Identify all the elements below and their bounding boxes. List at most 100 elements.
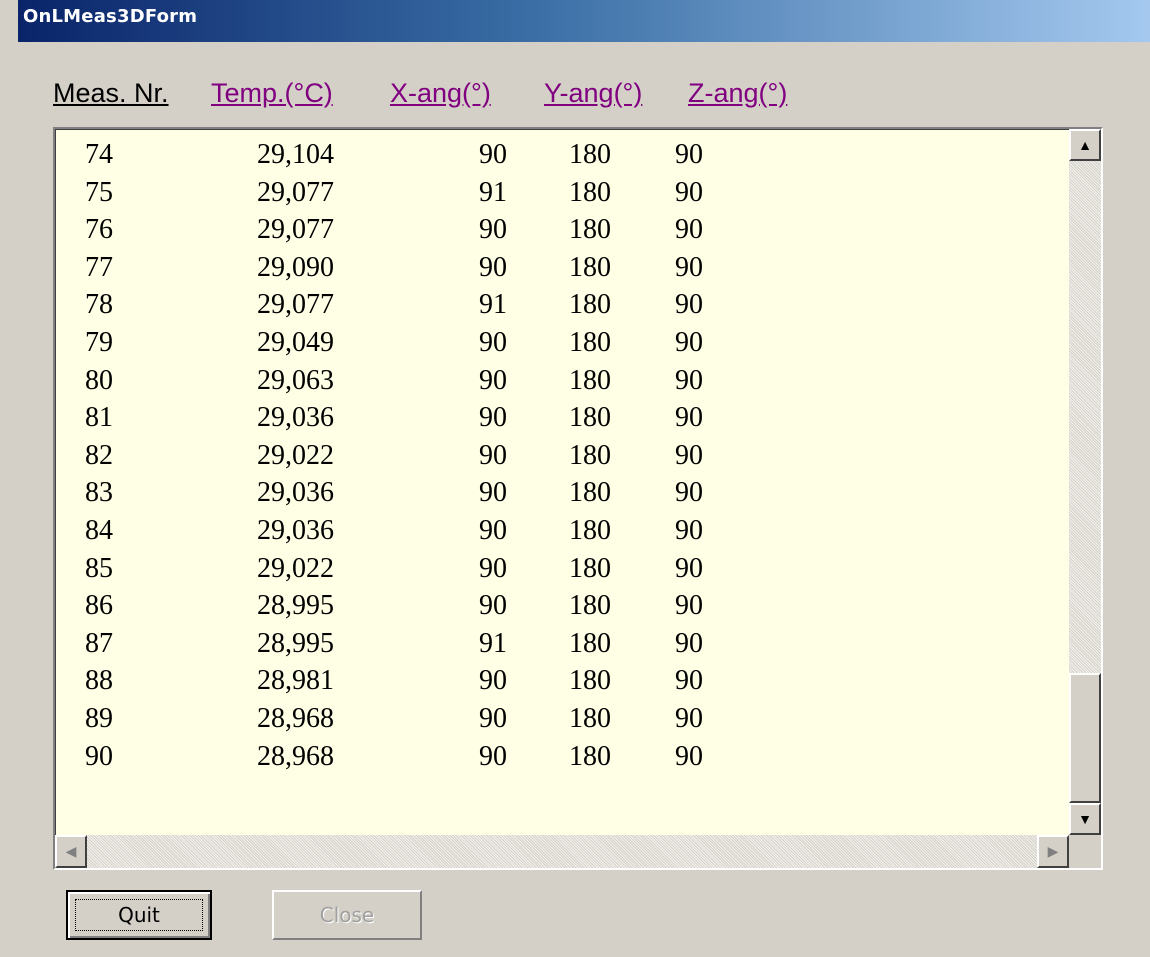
list-item[interactable]: 83 29,036 90 180 90 [55, 475, 1065, 513]
list-item[interactable]: 75 29,077 91 180 90 [55, 175, 1065, 213]
arrow-left-icon[interactable]: ◀ [55, 835, 87, 868]
cell-y-ang: 180 [569, 402, 611, 434]
cell-x-ang: 90 [479, 402, 507, 434]
cell-z-ang: 90 [675, 326, 703, 358]
cell-x-ang: 90 [479, 139, 507, 170]
cell-y-ang: 180 [569, 740, 611, 772]
cell-y-ang: 180 [569, 214, 611, 246]
cell-temp: 29,077 [257, 214, 334, 246]
arrow-right-icon[interactable]: ▶ [1037, 835, 1069, 868]
cell-meas-nr: 80 [85, 364, 113, 396]
cell-z-ang: 90 [675, 364, 703, 396]
cell-meas-nr: 77 [85, 251, 113, 283]
cell-meas-nr: 84 [85, 514, 113, 546]
cell-z-ang: 90 [675, 590, 703, 622]
header-z-ang-link[interactable]: Z-ang(°) [688, 78, 787, 109]
cell-z-ang: 90 [675, 665, 703, 697]
cell-z-ang: 90 [675, 477, 703, 509]
cell-temp: 29,036 [257, 514, 334, 546]
cell-z-ang: 90 [675, 251, 703, 283]
cell-temp: 29,022 [257, 552, 334, 584]
cell-z-ang: 90 [675, 214, 703, 246]
arrow-up-icon[interactable]: ▲ [1069, 129, 1101, 161]
list-item[interactable]: 84 29,036 90 180 90 [55, 513, 1065, 551]
cell-temp: 28,995 [257, 590, 334, 622]
list-item[interactable]: 82 29,022 90 180 90 [55, 438, 1065, 476]
list-item[interactable]: 86 28,995 90 180 90 [55, 588, 1065, 626]
arrow-down-icon[interactable]: ▼ [1069, 803, 1101, 835]
quit-button[interactable]: Quit [66, 890, 212, 940]
cell-z-ang: 90 [675, 740, 703, 772]
cell-x-ang: 90 [479, 326, 507, 358]
cell-x-ang: 90 [479, 702, 507, 734]
app-window: OnLMeas3DForm Meas. Nr. Temp.(°C) X-ang(… [0, 0, 1150, 957]
vertical-scroll-thumb[interactable] [1069, 673, 1101, 803]
cell-temp: 29,036 [257, 402, 334, 434]
cell-z-ang: 90 [675, 289, 703, 321]
measurement-list[interactable]: 74 29,104 90 180 90 75 29,077 91 180 90 76 29,077 90… [53, 127, 1103, 870]
cell-y-ang: 180 [569, 364, 611, 396]
list-item[interactable]: 87 28,995 91 180 90 [55, 626, 1065, 664]
close-button-label: Close [319, 903, 375, 927]
cell-meas-nr: 81 [85, 402, 113, 434]
cell-temp: 29,077 [257, 289, 334, 321]
cell-temp: 29,036 [257, 477, 334, 509]
cell-meas-nr: 78 [85, 289, 113, 321]
cell-meas-nr: 90 [85, 740, 113, 772]
cell-x-ang: 90 [479, 477, 507, 509]
title-bar[interactable]: OnLMeas3DForm [18, 0, 1150, 42]
cell-temp: 29,049 [257, 326, 334, 358]
cell-x-ang: 91 [479, 627, 507, 659]
cell-y-ang: 180 [569, 665, 611, 697]
cell-temp: 29,090 [257, 251, 334, 283]
header-x-ang-link[interactable]: X-ang(°) [390, 78, 491, 109]
horizontal-scrollbar[interactable]: ◀ ▶ [55, 835, 1069, 868]
cell-x-ang: 91 [479, 289, 507, 321]
cell-x-ang: 90 [479, 740, 507, 772]
cell-meas-nr: 82 [85, 439, 113, 471]
cell-meas-nr: 74 [85, 139, 113, 170]
cell-z-ang: 90 [675, 402, 703, 434]
cell-y-ang: 180 [569, 289, 611, 321]
cell-temp: 29,063 [257, 364, 334, 396]
list-item[interactable]: 74 29,104 90 180 90 [55, 137, 1065, 175]
cell-y-ang: 180 [569, 439, 611, 471]
list-item[interactable]: 81 29,036 90 180 90 [55, 400, 1065, 438]
list-item[interactable]: 77 29,090 90 180 90 [55, 250, 1065, 288]
list-item[interactable]: 88 28,981 90 180 90 [55, 663, 1065, 701]
focus-rectangle [75, 899, 203, 931]
cell-meas-nr: 75 [85, 176, 113, 208]
vertical-scrollbar[interactable]: ▲ ▼ [1069, 129, 1101, 835]
cell-x-ang: 90 [479, 439, 507, 471]
list-item[interactable]: 80 29,063 90 180 90 [55, 363, 1065, 401]
header-temp-link[interactable]: Temp.(°C) [211, 78, 333, 109]
cell-temp: 29,022 [257, 439, 334, 471]
cell-z-ang: 90 [675, 627, 703, 659]
cell-temp: 28,968 [257, 702, 334, 734]
cell-y-ang: 180 [569, 552, 611, 584]
cell-x-ang: 90 [479, 251, 507, 283]
cell-meas-nr: 85 [85, 552, 113, 584]
cell-meas-nr: 88 [85, 665, 113, 697]
list-item[interactable]: 78 29,077 91 180 90 [55, 287, 1065, 325]
cell-y-ang: 180 [569, 702, 611, 734]
cell-x-ang: 90 [479, 214, 507, 246]
list-item[interactable]: 90 28,968 90 180 90 [55, 739, 1065, 777]
list-item[interactable]: 79 29,049 90 180 90 [55, 325, 1065, 363]
list-item[interactable]: 89 28,968 90 180 90 [55, 701, 1065, 739]
cell-temp: 29,104 [257, 139, 334, 170]
cell-x-ang: 90 [479, 665, 507, 697]
cell-meas-nr: 76 [85, 214, 113, 246]
list-item[interactable]: 76 29,077 90 180 90 [55, 212, 1065, 250]
cell-x-ang: 90 [479, 590, 507, 622]
cell-x-ang: 90 [479, 514, 507, 546]
list-item[interactable]: 85 29,022 90 180 90 [55, 551, 1065, 589]
close-button: Close [272, 890, 422, 940]
header-y-ang-link[interactable]: Y-ang(°) [544, 78, 642, 109]
cell-x-ang: 90 [479, 364, 507, 396]
header-meas-nr: Meas. Nr. [53, 78, 169, 108]
cell-y-ang: 180 [569, 514, 611, 546]
cell-z-ang: 90 [675, 139, 703, 170]
cell-y-ang: 180 [569, 251, 611, 283]
cell-y-ang: 180 [569, 477, 611, 509]
